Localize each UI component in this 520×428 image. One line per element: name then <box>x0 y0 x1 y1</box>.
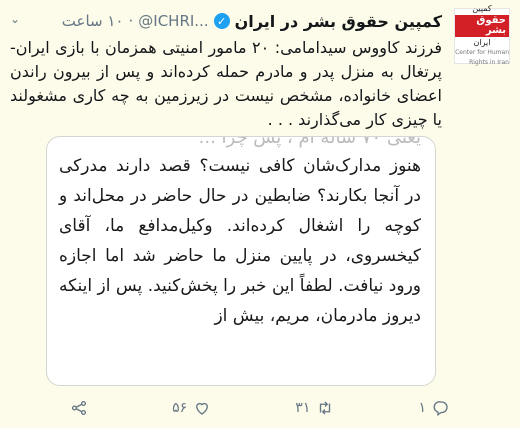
avatar-bottom-text: ایران <box>473 38 491 47</box>
like-count: ۵۶ <box>172 400 188 416</box>
tweet: کمپین حقوق بشر ایران Center for Human Ri… <box>0 0 520 428</box>
tweet-header: کمپین حقوق بشر در ایران ✓ @ICHRI... · ۱۰… <box>22 8 442 34</box>
retweet-button[interactable]: ۳۱ <box>295 399 334 417</box>
share-button[interactable] <box>70 399 88 417</box>
avatar[interactable]: کمپین حقوق بشر ایران Center for Human Ri… <box>454 4 510 66</box>
action-bar: ۵۶ ۳۱ ۱ <box>70 394 450 422</box>
account-handle[interactable]: @ICHRI... <box>138 12 208 30</box>
avatar-brand-text: حقوق بشر <box>455 15 509 37</box>
reply-count: ۱ <box>418 400 426 416</box>
separator-dot: · <box>128 12 134 30</box>
reply-icon <box>433 401 448 417</box>
media-body-text: هنوز مدارک‌شان کافی نیست؟ قصد دارند مدرک… <box>59 156 421 326</box>
retweet-icon <box>320 401 331 415</box>
tweet-media-image[interactable]: یعنی ۷۰ ساله ام ، پس چرا ... هنوز مدارک‌… <box>46 136 436 386</box>
tweet-time[interactable]: ۱۰ ساعت <box>62 12 124 30</box>
verified-badge-icon: ✓ <box>213 13 230 29</box>
heart-icon <box>196 402 209 415</box>
account-name[interactable]: کمپین حقوق بشر در ایران <box>235 12 442 31</box>
reply-button[interactable]: ۱ <box>418 399 450 417</box>
tweet-text: فرزند کاووس سیدامامی: ۲۰ مامور امنیتی هم… <box>10 38 443 129</box>
share-icon <box>71 400 87 416</box>
chevron-down-icon[interactable]: ⌄ <box>10 12 20 26</box>
avatar-top-text: کمپین <box>472 4 492 13</box>
like-button[interactable]: ۵۶ <box>172 399 211 417</box>
avatar-subtitle: Center for Human Rights in Iran <box>455 49 509 66</box>
retweet-count: ۳۱ <box>295 400 311 416</box>
